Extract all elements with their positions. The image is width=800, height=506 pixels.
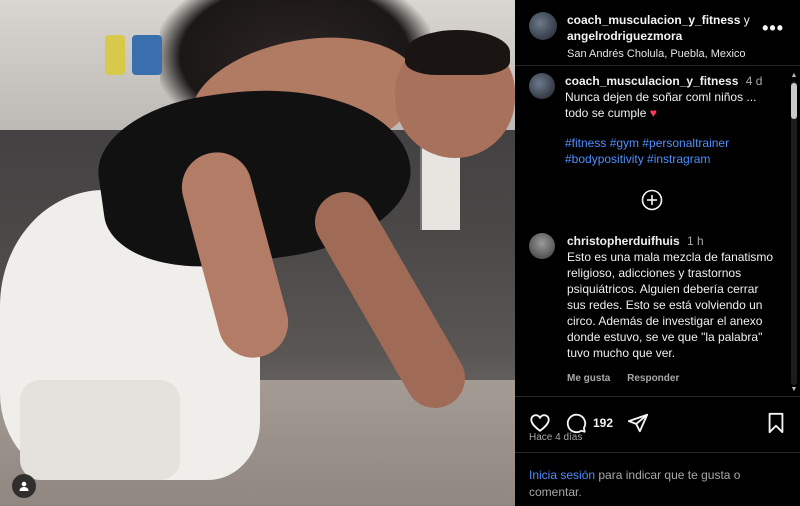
caption-user-link[interactable]: coach_musculacion_y_fitness (565, 74, 738, 88)
tagged-users-button[interactable] (12, 474, 36, 498)
comment-reply-button[interactable]: Responder (627, 373, 679, 384)
author-secondary-link[interactable]: angelrodriguezmora (567, 29, 682, 43)
caption-body: coach_musculacion_y_fitness 4 d Nunca de… (565, 73, 780, 167)
heart-emoji-icon: ♥ (649, 106, 657, 120)
photo-pants-lower (20, 380, 180, 480)
comment-time: 1 h (687, 234, 704, 248)
caption: coach_musculacion_y_fitness 4 d Nunca de… (515, 67, 800, 167)
comments-list[interactable]: coach_musculacion_y_fitness 4 d Nunca de… (515, 67, 800, 395)
heart-icon (530, 413, 550, 432)
scroll-up-arrow-icon[interactable]: ▲ (790, 72, 798, 79)
save-button[interactable] (766, 412, 786, 434)
caption-text-wrap: Nunca dejen de soñar coml niños ... todo… (565, 89, 780, 121)
comment-body: christopherduifhuis 1 h Esto es una mala… (567, 233, 777, 387)
comment-count: 192 (593, 415, 614, 430)
author-primary-link[interactable]: coach_musculacion_y_fitness (567, 13, 740, 27)
author-names: coach_musculacion_y_fitness y angelrodri… (567, 12, 767, 62)
commenter-user-link[interactable]: christopherduifhuis (567, 234, 680, 248)
login-prompt: Inicia sesión para indicar que te gusta … (515, 452, 800, 506)
caption-hashtags: #fitness #gym #personaltrainer #bodyposi… (565, 135, 780, 167)
like-button[interactable] (529, 412, 551, 434)
comment-actions: Me gusta Responder (567, 371, 777, 387)
share-button[interactable] (627, 412, 649, 434)
bookmark-icon (768, 412, 784, 433)
login-link[interactable]: Inicia sesión (529, 468, 595, 482)
load-more-comments-icon[interactable] (641, 189, 663, 211)
comment-text: Esto es una mala mezcla de fanatismo rel… (567, 250, 774, 360)
hashtags-line-2[interactable]: #bodypositivity #instragram (565, 151, 780, 167)
caption-text: Nunca dejen de soñar coml niños ... todo… (565, 90, 757, 120)
caption-time: 4 d (745, 74, 763, 88)
author-line: coach_musculacion_y_fitness y angelrodri… (567, 12, 767, 44)
comment-like-button[interactable]: Me gusta (567, 373, 610, 384)
commenter-avatar[interactable] (529, 233, 555, 259)
more-options-button[interactable]: ••• (762, 18, 784, 39)
photo-hair (405, 30, 510, 75)
photo-bottle (105, 35, 125, 75)
post-location[interactable]: San Andrés Cholula, Puebla, Mexico (567, 46, 767, 62)
comment-bubble-icon (566, 413, 587, 433)
send-icon (627, 413, 649, 432)
scrollbar-thumb[interactable] (791, 83, 797, 119)
post-side-panel: coach_musculacion_y_fitness y angelrodri… (515, 0, 800, 506)
scrollbar-track[interactable] (791, 81, 797, 385)
comments-scrollbar[interactable]: ▲ ▼ (790, 72, 798, 393)
scroll-down-arrow-icon[interactable]: ▼ (790, 386, 798, 393)
caption-avatar[interactable] (529, 73, 555, 99)
comment-item: christopherduifhuis 1 h Esto es una mala… (529, 233, 784, 387)
post-header: coach_musculacion_y_fitness y angelrodri… (515, 0, 800, 66)
more-horizontal-icon: ••• (762, 18, 784, 38)
comment-button[interactable]: 192 (565, 412, 613, 434)
photo-cup (132, 35, 162, 75)
post-image[interactable] (0, 0, 515, 506)
post-date[interactable]: Hace 4 días (529, 432, 582, 443)
hashtags-line-1[interactable]: #fitness #gym #personaltrainer (565, 135, 780, 151)
author-conjunction: y (743, 13, 750, 27)
user-icon (19, 481, 29, 491)
author-avatar[interactable] (529, 12, 557, 40)
